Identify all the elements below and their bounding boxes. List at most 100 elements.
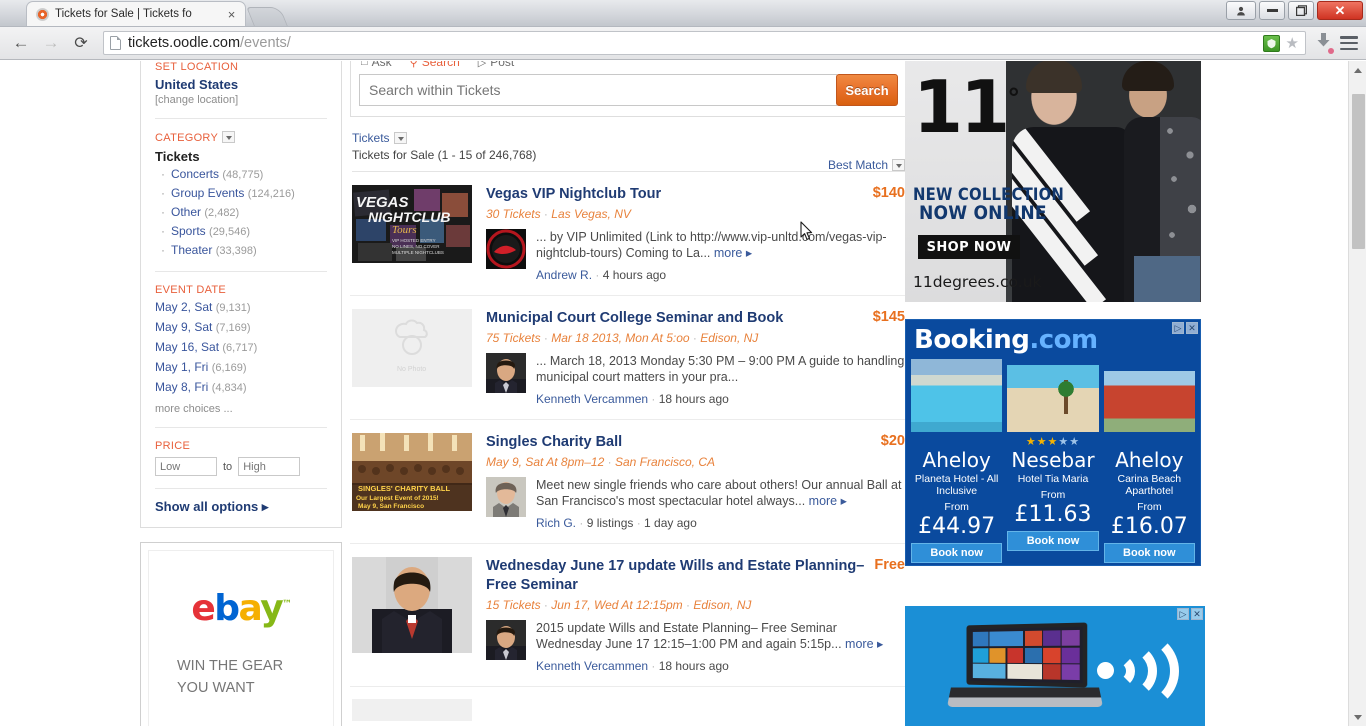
- booking-ad[interactable]: ▷ ✕ Booking.com Aheloy Planeta Hotel - A…: [905, 319, 1201, 566]
- search-button[interactable]: Search: [836, 74, 898, 106]
- list-item[interactable]: May 9, Sat (7,169): [155, 320, 327, 336]
- listing-author[interactable]: Kenneth Vercammen: [536, 659, 648, 673]
- book-now-button[interactable]: Book now: [911, 543, 1003, 563]
- list-item[interactable]: Sports (29,546): [161, 224, 327, 240]
- forward-icon[interactable]: →: [38, 30, 64, 56]
- listing-row[interactable]: No Photo Municipal Court College Seminar…: [350, 296, 907, 420]
- date-link[interactable]: May 8, Fri: [155, 380, 208, 394]
- adchoices-icon[interactable]: ▷: [1177, 608, 1189, 620]
- more-link[interactable]: more ▸: [714, 246, 752, 260]
- more-link[interactable]: more ▸: [809, 494, 847, 508]
- date-link[interactable]: May 9, Sat: [155, 320, 212, 334]
- hotel-offer[interactable]: Aheloy Planeta Hotel - All Inclusive Fro…: [911, 359, 1003, 563]
- listing-title[interactable]: Wednesday June 17 update Wills and Estat…: [486, 557, 874, 595]
- sort-dropdown[interactable]: Best Match: [828, 158, 905, 172]
- listing-row[interactable]: SINGLES' CHARITY BALL Our Largest Event …: [350, 420, 907, 544]
- list-item[interactable]: Concerts (48,775): [161, 167, 327, 183]
- book-now-button[interactable]: Book now: [1103, 543, 1195, 563]
- hotel-stars-filled: ★★★: [1025, 436, 1059, 448]
- listing-title[interactable]: Singles Charity Ball: [486, 433, 881, 452]
- listing-byline: Andrew R. · 4 hours ago: [536, 268, 667, 282]
- listing-author[interactable]: Kenneth Vercammen: [536, 392, 648, 406]
- book-now-button[interactable]: Book now: [1007, 531, 1099, 551]
- chevron-down-icon[interactable]: [892, 159, 905, 171]
- change-location-link[interactable]: [change location]: [155, 94, 327, 106]
- listing-title[interactable]: Municipal Court College Seminar and Book: [486, 309, 873, 328]
- date-link[interactable]: May 16, Sat: [155, 340, 219, 354]
- list-item[interactable]: May 16, Sat (6,717): [155, 340, 327, 356]
- list-item[interactable]: Other (2,482): [161, 205, 327, 221]
- hotel-price: £44.97: [918, 514, 996, 539]
- more-choices-link[interactable]: more choices ...: [155, 403, 327, 415]
- scroll-up-icon[interactable]: [1349, 61, 1366, 79]
- download-icon[interactable]: [1315, 32, 1334, 54]
- category-link[interactable]: Theater: [171, 243, 212, 257]
- list-item[interactable]: May 8, Fri (4,834): [155, 380, 327, 396]
- listing-thumbnail[interactable]: VEGAS NIGHTCLUB Tours VIP HOSTED ENTRY N…: [352, 185, 472, 263]
- hotel-offers: Aheloy Planeta Hotel - All Inclusive Fro…: [906, 359, 1200, 563]
- ebay-ad[interactable]: ebay™ WIN THE GEAR YOU WANT: [140, 542, 342, 726]
- search-input[interactable]: [359, 74, 837, 106]
- breadcrumb[interactable]: Tickets: [352, 131, 905, 145]
- listing-row-partial[interactable]: [350, 699, 907, 721]
- back-icon[interactable]: ←: [8, 30, 34, 56]
- listing-thumbnail[interactable]: [352, 557, 472, 653]
- ebay-logo-e: e: [191, 587, 215, 629]
- listing-author[interactable]: Andrew R.: [536, 268, 592, 282]
- date-link[interactable]: May 2, Sat: [155, 300, 212, 314]
- list-item[interactable]: Theater (33,398): [161, 243, 327, 259]
- scrollbar-thumb[interactable]: [1352, 94, 1365, 249]
- hotel-offer[interactable]: Aheloy Carina Beach Aparthotel From £16.…: [1103, 359, 1195, 563]
- listing-thumbnail[interactable]: [352, 699, 472, 721]
- list-item[interactable]: May 1, Fri (6,169): [155, 360, 327, 376]
- window-close-button[interactable]: ✕: [1317, 1, 1363, 20]
- hotel-offer[interactable]: ★★★★★ Nesebar Hotel Tia Maria From £11.6…: [1007, 359, 1099, 563]
- address-bar[interactable]: tickets.oodle.com /events/ ★: [103, 31, 1306, 55]
- listing-row[interactable]: Wednesday June 17 update Wills and Estat…: [350, 544, 907, 687]
- hotel-price: £11.63: [1014, 502, 1092, 527]
- chevron-down-icon[interactable]: [222, 131, 236, 143]
- scroll-down-icon[interactable]: [1349, 708, 1366, 726]
- listing-author[interactable]: Rich G.: [536, 516, 576, 530]
- reload-icon[interactable]: ⟳: [68, 30, 94, 56]
- close-icon[interactable]: ✕: [1186, 322, 1198, 334]
- listing-title[interactable]: Vegas VIP Nightclub Tour: [486, 185, 873, 204]
- date-link[interactable]: May 1, Fri: [155, 360, 208, 374]
- tab-ask[interactable]: □ Ask: [361, 61, 392, 69]
- adchoices-icon[interactable]: ▷: [1172, 322, 1184, 334]
- chevron-down-icon[interactable]: [393, 132, 407, 144]
- listing-snippet: ... March 18, 2013 Monday 5:30 PM – 9:00…: [536, 353, 905, 407]
- browser-tab[interactable]: Tickets for Sale | Tickets fo ×: [26, 1, 246, 26]
- listing-row[interactable]: VEGAS NIGHTCLUB Tours VIP HOSTED ENTRY N…: [350, 172, 907, 296]
- category-link[interactable]: Group Events: [171, 186, 244, 200]
- vertical-scrollbar[interactable]: [1348, 61, 1366, 726]
- tab-search[interactable]: ⚲ Search: [410, 61, 460, 69]
- category-link[interactable]: Other: [171, 205, 201, 219]
- eleven-degrees-ad[interactable]: 11° NEW COLLECTION NOW ONLINE SHOP NOW 11…: [905, 61, 1201, 302]
- price-high-input[interactable]: [238, 457, 301, 476]
- wifi-laptop-ad[interactable]: ▷ ✕: [905, 606, 1205, 726]
- minimize-button[interactable]: [1259, 1, 1285, 20]
- browser-menu-icon[interactable]: [1340, 36, 1358, 50]
- extension-icon[interactable]: [1262, 34, 1280, 52]
- shop-now-button[interactable]: SHOP NOW: [918, 235, 1020, 259]
- show-all-options-link[interactable]: Show all options ▸: [155, 489, 327, 527]
- category-link[interactable]: Sports: [171, 224, 206, 238]
- category-link[interactable]: Concerts: [171, 167, 219, 181]
- user-profile-button[interactable]: [1226, 1, 1256, 20]
- listing-thumbnail[interactable]: SINGLES' CHARITY BALL Our Largest Event …: [352, 433, 472, 511]
- list-item[interactable]: Group Events (124,216): [161, 186, 327, 202]
- more-link[interactable]: more ▸: [845, 637, 883, 651]
- tab-post[interactable]: ▷ Post: [478, 61, 514, 69]
- price-low-input[interactable]: [155, 457, 217, 476]
- breadcrumb-label[interactable]: Tickets: [352, 131, 390, 145]
- maximize-button[interactable]: [1288, 1, 1314, 20]
- new-tab-button[interactable]: [246, 7, 288, 26]
- close-icon[interactable]: ✕: [1191, 608, 1203, 620]
- list-item[interactable]: May 2, Sat (9,131): [155, 300, 327, 316]
- listing-thumbnail-no-photo[interactable]: No Photo: [352, 309, 472, 387]
- listing-author-count[interactable]: 9 listings: [587, 516, 634, 530]
- bookmark-star-icon[interactable]: ★: [1286, 34, 1299, 52]
- date-count: (6,169): [211, 362, 247, 374]
- close-icon[interactable]: ×: [224, 7, 239, 22]
